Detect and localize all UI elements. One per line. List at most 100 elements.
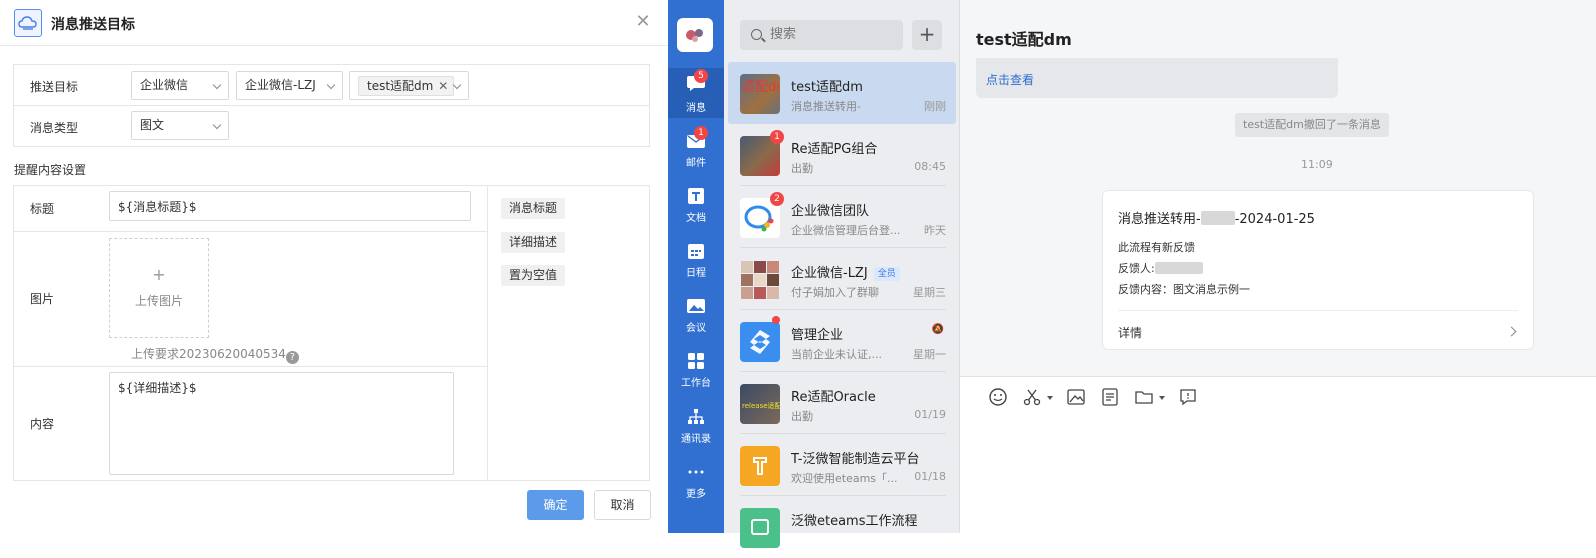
- message-history-icon[interactable]: [1178, 387, 1198, 407]
- message-composer[interactable]: [960, 376, 1596, 533]
- image-upload[interactable]: + 上传图片: [109, 238, 209, 338]
- tag-remove-icon[interactable]: ✕: [438, 77, 448, 95]
- nav-mail[interactable]: 1 邮件: [668, 126, 724, 178]
- upload-requirement: 上传要求20230620040534?: [131, 345, 299, 364]
- unread-badge: 2: [770, 192, 784, 206]
- conversation-item[interactable]: release适配Oracle Re适配Oracle 出勤 01/19: [728, 372, 956, 434]
- nav-label: 邮件: [686, 158, 706, 169]
- conversation-name: 企业微信团队: [791, 204, 870, 219]
- card-detail-link[interactable]: 详情: [1118, 324, 1142, 341]
- group-avatar: [740, 260, 780, 300]
- emoji-icon[interactable]: [988, 387, 1008, 407]
- help-icon[interactable]: ?: [285, 351, 299, 364]
- calendar-icon: [688, 244, 704, 259]
- conversation-preview: 当前企业未认证,...: [791, 348, 882, 361]
- search-icon: [751, 29, 762, 40]
- chevron-down-icon: [212, 120, 222, 130]
- dialog-header: 消息推送目标 ✕: [0, 0, 668, 46]
- meeting-icon: [687, 299, 705, 313]
- nav-meeting[interactable]: 会议: [668, 293, 724, 343]
- all-members-tag: 全员: [873, 267, 900, 281]
- conversation-name: Re适配PG组合: [791, 142, 878, 157]
- dialog-title: 消息推送目标: [51, 17, 135, 33]
- conversation-name-text: 企业微信-LZJ: [791, 266, 868, 281]
- nav-docs[interactable]: 文档: [668, 183, 724, 233]
- search-input[interactable]: 搜索: [740, 20, 903, 50]
- cancel-button[interactable]: 取消: [594, 490, 651, 520]
- view-link[interactable]: 点击查看: [986, 71, 1034, 88]
- nav-workbench[interactable]: 工作台: [668, 348, 724, 398]
- message-type-select[interactable]: 图文: [131, 111, 229, 140]
- conversation-item[interactable]: 泛微eteams工作流程: [728, 496, 956, 558]
- conversation-time: 08:45: [914, 160, 946, 173]
- document-icon[interactable]: [1100, 387, 1120, 407]
- contacts-icon: [688, 409, 704, 424]
- message-card[interactable]: 消息推送转用- -2024-01-25 此流程有新反馈 反馈人: 反馈内容：图文消…: [1102, 190, 1534, 350]
- reminder-content-form: 标题 ${消息标题}$ 图片 + 上传图片 上传要求20230620040534…: [13, 185, 650, 481]
- unread-dot: [772, 316, 780, 324]
- conversation-list: 搜索 + 适配dm test适配dm 消息推送转用- 刚刚 1 Re适配PG组合…: [724, 0, 960, 548]
- push-target-channel-select[interactable]: 企业微信: [131, 71, 229, 100]
- screenshot-icon[interactable]: [1022, 387, 1042, 407]
- search-placeholder: 搜索: [770, 27, 797, 42]
- variable-detail-description[interactable]: 详细描述: [501, 232, 566, 253]
- reminder-section-title: 提醒内容设置: [14, 163, 87, 177]
- variable-set-empty[interactable]: 置为空值: [501, 265, 566, 286]
- chevron-right-icon: [1506, 326, 1517, 337]
- plus-icon: +: [152, 265, 166, 284]
- nav-more[interactable]: 更多: [668, 459, 724, 509]
- title-input[interactable]: ${消息标题}$: [109, 191, 471, 221]
- tag-label: test适配dm: [367, 79, 434, 93]
- conversation-item[interactable]: 企业微信-LZJ 全员 付子娟加入了群聊 星期三: [728, 248, 956, 310]
- card-divider: [1118, 310, 1518, 311]
- nav-label: 文档: [686, 213, 706, 224]
- message-type-row: 消息类型 图文: [14, 106, 649, 147]
- conversation-name: 泛微eteams工作流程: [791, 514, 918, 529]
- conversation-name: Re适配Oracle: [791, 390, 876, 405]
- conversation-item[interactable]: 1 Re适配PG组合 出勤 08:45: [728, 124, 956, 186]
- chevron-down-icon: [212, 80, 222, 90]
- conversation-preview: 付子娟加入了群聊: [791, 286, 879, 299]
- conversation-name: T-泛微智能制造云平台: [791, 452, 920, 467]
- push-target-label: 推送目标: [30, 80, 79, 94]
- conversation-time: 星期三: [913, 286, 946, 299]
- conversation-name: test适配dm: [791, 80, 863, 95]
- manage-corp-avatar: [740, 322, 780, 362]
- nav-contacts[interactable]: 通讯录: [668, 404, 724, 454]
- conversation-preview: 消息推送转用-: [791, 100, 861, 113]
- conversation-preview: 出勤: [791, 410, 813, 423]
- user-avatar[interactable]: [677, 18, 713, 52]
- conversation-avatar: 适配dm: [740, 74, 780, 114]
- caret-down-icon[interactable]: [1047, 396, 1053, 400]
- ok-button[interactable]: 确定: [527, 490, 584, 520]
- folder-icon[interactable]: [1134, 387, 1154, 407]
- variable-message-title[interactable]: 消息标题: [501, 198, 566, 219]
- conversation-item[interactable]: T-泛微智能制造云平台 欢迎使用eteams「... 01/18: [728, 434, 956, 496]
- content-textarea[interactable]: ${详细描述}$: [109, 372, 454, 475]
- push-target-chat-select[interactable]: test适配dm ✕: [349, 71, 469, 100]
- conversation-name: 企业微信-LZJ 全员: [791, 262, 900, 281]
- conversation-time: 01/19: [914, 408, 946, 421]
- nav-messages[interactable]: 5 消息: [668, 68, 724, 118]
- close-icon[interactable]: ✕: [634, 13, 652, 31]
- push-target-corp-select[interactable]: 企业微信-LZJ: [236, 71, 343, 100]
- redacted-block: [1154, 262, 1203, 274]
- conversation-item[interactable]: 2 企业微信团队 企业微信管理后台登... 昨天: [728, 186, 956, 248]
- conversation-item[interactable]: 管理企业 🔕 当前企业未认证,... 星期一: [728, 310, 956, 372]
- message-type-label: 消息类型: [30, 121, 79, 135]
- nav-label: 通讯录: [681, 434, 711, 445]
- nav-calendar[interactable]: 日程: [668, 238, 724, 288]
- row-divider: [14, 231, 487, 232]
- nav-label: 日程: [686, 268, 706, 279]
- add-button[interactable]: +: [912, 20, 942, 50]
- caret-down-icon[interactable]: [1159, 396, 1165, 400]
- nav-label: 会议: [686, 323, 706, 334]
- avatar-text: 适配dm: [742, 80, 780, 95]
- conversation-preview: 欢迎使用eteams「...: [791, 472, 898, 485]
- feedback-person-label: 反馈人:: [1118, 262, 1155, 275]
- nav-label: 更多: [686, 489, 706, 500]
- image-icon[interactable]: [1066, 387, 1086, 407]
- conversation-item[interactable]: 适配dm test适配dm 消息推送转用- 刚刚: [728, 62, 956, 124]
- conversation-time: 星期一: [913, 348, 946, 361]
- conversation-time: 昨天: [924, 224, 946, 237]
